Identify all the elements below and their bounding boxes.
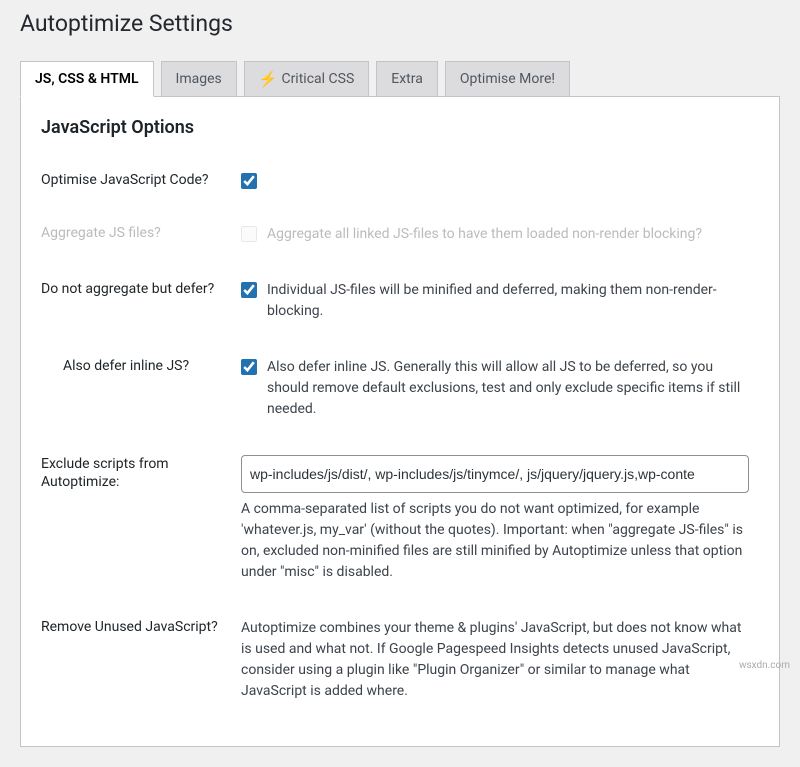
option-desc: Autoptimize combines your theme & plugin…	[241, 618, 749, 702]
option-exclude-scripts: Exclude scripts from Autoptimize: A comm…	[41, 440, 759, 603]
aggregate-js-checkbox	[241, 226, 257, 242]
defer-inline-checkbox[interactable]	[241, 359, 257, 375]
settings-panel: JavaScript Options Optimise JavaScript C…	[20, 96, 780, 747]
exclude-scripts-input[interactable]	[241, 455, 749, 493]
tab-label: JS, CSS & HTML	[35, 71, 139, 87]
tab-label: Optimise More!	[460, 71, 555, 87]
option-desc: Individual JS-files will be minified and…	[267, 280, 749, 322]
option-defer-not-aggregate: Do not aggregate but defer? Individual J…	[41, 265, 759, 342]
optimise-js-checkbox[interactable]	[241, 173, 257, 189]
watermark: wsxdn.com	[739, 660, 790, 671]
tab-label: Critical CSS	[281, 71, 354, 87]
section-title: JavaScript Options	[41, 117, 759, 138]
option-desc: A comma-separated list of scripts you do…	[241, 499, 749, 583]
option-desc: Also defer inline JS. Generally this wil…	[267, 357, 749, 420]
bolt-icon: ⚡	[259, 70, 278, 88]
options-table: Optimise JavaScript Code? Aggregate JS f…	[41, 156, 759, 722]
tab-extra[interactable]: Extra	[376, 61, 438, 96]
option-desc: Aggregate all linked JS-files to have th…	[267, 224, 749, 245]
tab-js-css-html[interactable]: JS, CSS & HTML	[20, 61, 154, 97]
tab-optimise-more[interactable]: Optimise More!	[445, 61, 570, 96]
option-label: Optimise JavaScript Code?	[41, 156, 241, 209]
option-defer-inline: Also defer inline JS? Also defer inline …	[41, 342, 759, 440]
option-label: Remove Unused JavaScript?	[41, 603, 241, 722]
option-label: Do not aggregate but defer?	[41, 265, 241, 342]
option-aggregate-js: Aggregate JS files? Aggregate all linked…	[41, 209, 759, 265]
option-label: Exclude scripts from Autoptimize:	[41, 440, 241, 603]
page-title: Autoptimize Settings	[0, 0, 800, 43]
option-optimise-js: Optimise JavaScript Code?	[41, 156, 759, 209]
tab-label: Extra	[391, 71, 423, 87]
tabs: JS, CSS & HTML Images ⚡ Critical CSS Ext…	[0, 61, 800, 96]
tab-critical-css[interactable]: ⚡ Critical CSS	[244, 61, 370, 96]
tab-label: Images	[176, 71, 222, 87]
option-label: Also defer inline JS?	[41, 342, 241, 440]
option-label: Aggregate JS files?	[41, 209, 241, 265]
option-remove-unused: Remove Unused JavaScript? Autoptimize co…	[41, 603, 759, 722]
tab-images[interactable]: Images	[161, 61, 237, 96]
defer-not-aggregate-checkbox[interactable]	[241, 282, 257, 298]
